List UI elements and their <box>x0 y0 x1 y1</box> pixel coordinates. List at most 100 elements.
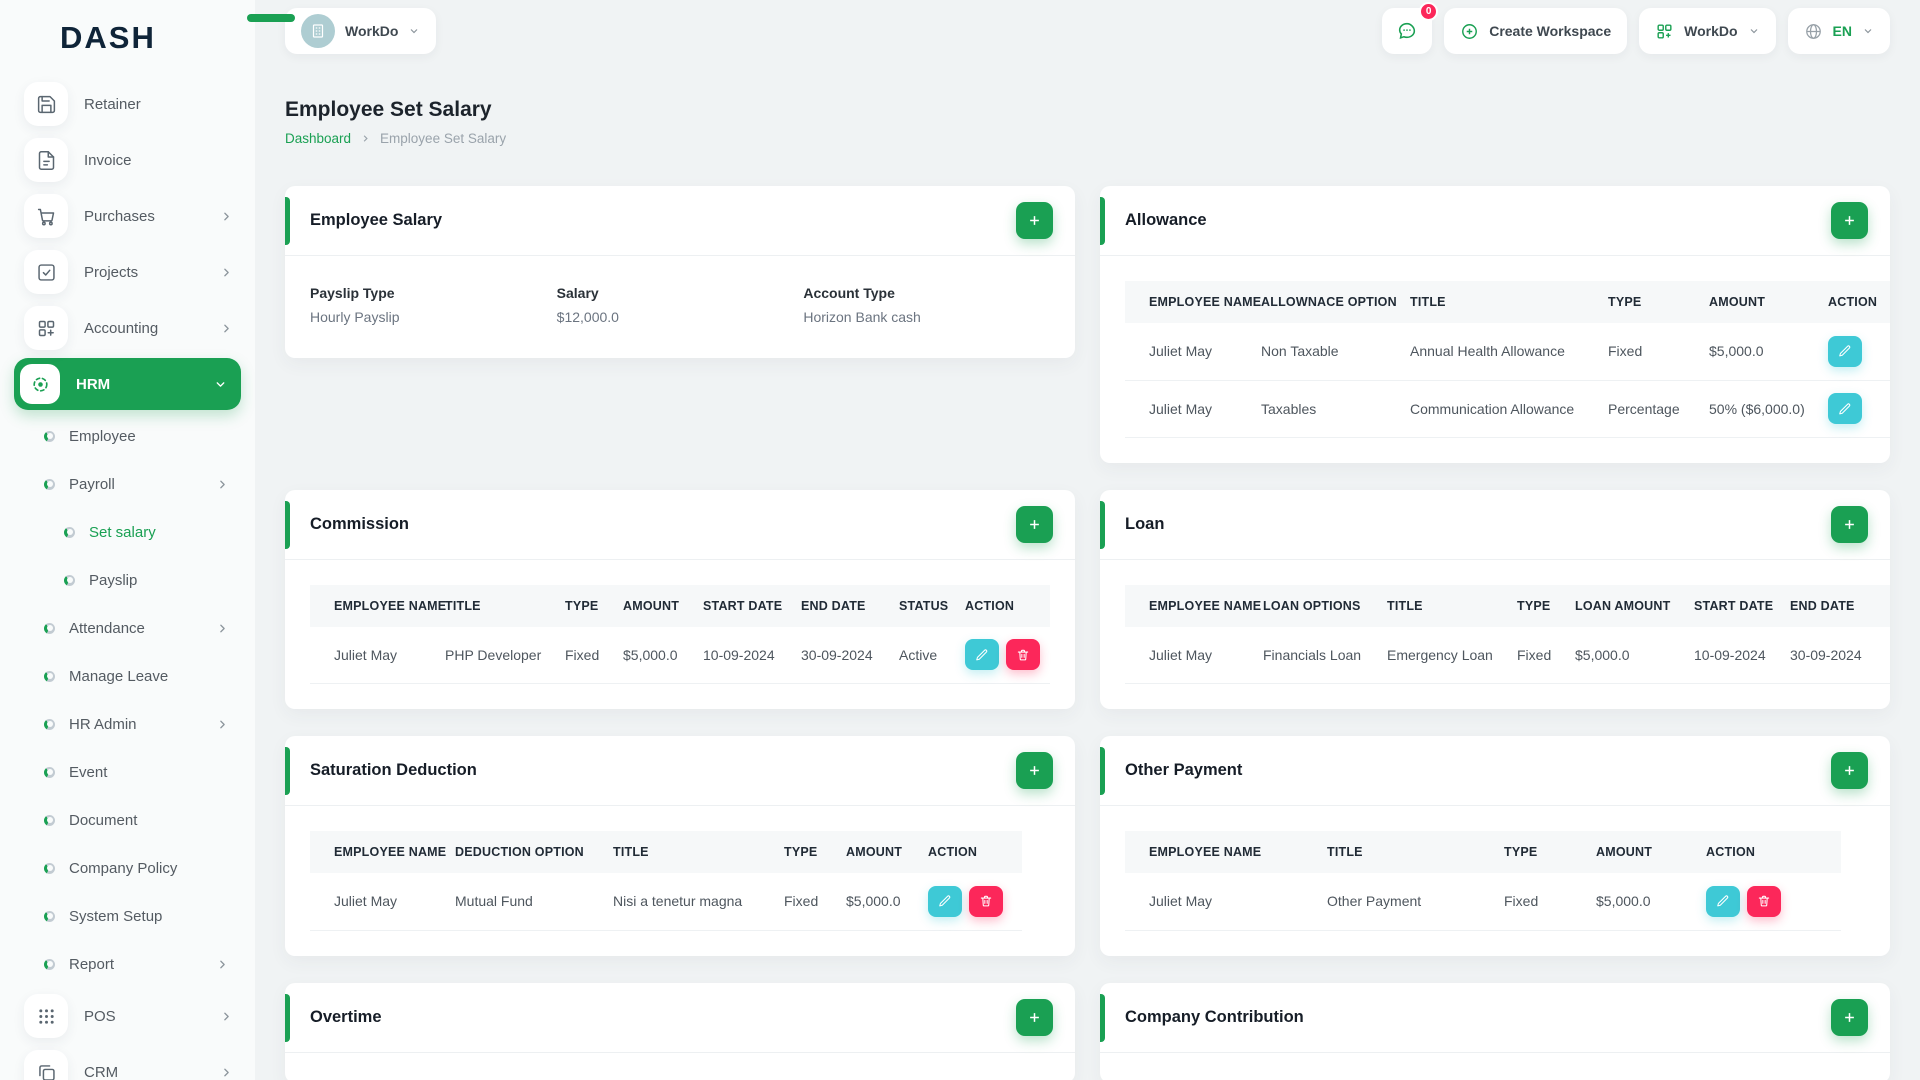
workspace-name: WorkDo <box>345 23 399 39</box>
column-header: EMPLOYEE NAME <box>1125 831 1317 873</box>
employee-salary-fields: Payslip Type Hourly Payslip Salary $12,0… <box>285 256 1075 358</box>
create-workspace-button[interactable]: Create Workspace <box>1444 8 1628 54</box>
column-header: DEDUCTION OPTION <box>445 831 603 873</box>
sidebar-item-pos[interactable]: POS <box>0 988 255 1044</box>
chevron-right-icon <box>216 958 229 971</box>
commission-card: Commission EMPLOYEE NAME TITLE TYPE AMOUNT S… <box>285 489 1075 709</box>
column-header: TYPE <box>774 831 836 873</box>
chevron-down-icon <box>1748 25 1760 37</box>
edit-button[interactable] <box>1706 885 1740 917</box>
field-label: Account Type <box>803 285 895 301</box>
bullet-icon <box>64 574 75 586</box>
column-header: AMOUNT <box>1699 281 1818 323</box>
add-saturation-deduction-button[interactable] <box>1016 752 1053 789</box>
topbar-actions: 0 Create Workspace WorkDo EN <box>1382 2 1890 54</box>
card-body <box>285 1053 1075 1080</box>
app-menu-button[interactable]: WorkDo <box>1639 8 1776 54</box>
table-header-row: EMPLOYEE NAME DEDUCTION OPTION TITLE TYPE AM… <box>310 831 1022 873</box>
card-title: Allowance <box>1125 211 1207 229</box>
card-title: Loan <box>1125 514 1165 533</box>
table-cell: Juliet May <box>310 626 435 684</box>
bullet-icon <box>44 862 55 874</box>
main-content: Employee Set Salary Dashboard Employee S… <box>255 62 1920 1080</box>
sidebar-item-payslip[interactable]: Payslip <box>0 556 255 604</box>
delete-button[interactable] <box>969 885 1003 917</box>
sidebar-item-company-policy[interactable]: Company Policy <box>0 844 255 892</box>
brand-logo[interactable]: DASH <box>0 0 295 76</box>
sidebar-item-accounting[interactable]: Accounting <box>0 300 255 356</box>
sidebar-item-hrm[interactable]: HRM <box>14 358 241 410</box>
sidebar-item-manage-leave[interactable]: Manage Leave <box>0 652 255 700</box>
sidebar-item-label: Attendance <box>69 619 145 637</box>
sidebar-item-set-salary[interactable]: Set salary <box>0 508 255 556</box>
sidebar-item-attendance[interactable]: Attendance <box>0 604 255 652</box>
card-body <box>1100 1053 1890 1080</box>
sidebar-item-crm[interactable]: CRM <box>0 1044 255 1080</box>
bullet-icon <box>44 766 55 778</box>
table-cell: Juliet May <box>1125 323 1251 381</box>
card-header: Company Contribution <box>1100 983 1890 1053</box>
delete-button[interactable] <box>1006 639 1040 671</box>
add-allowance-button[interactable] <box>1831 202 1868 239</box>
edit-button[interactable] <box>928 885 962 917</box>
table-cell: Juliet May <box>1125 873 1317 931</box>
table-cell: Non Taxable <box>1251 323 1400 381</box>
loan-table: EMPLOYEE NAME LOAN OPTIONS TITLE TYPE LOAN A… <box>1125 584 1890 684</box>
sidebar-item-hr-admin[interactable]: HR Admin <box>0 700 255 748</box>
sidebar-item-document[interactable]: Document <box>0 796 255 844</box>
bullet-icon <box>44 670 55 682</box>
commission-table: EMPLOYEE NAME TITLE TYPE AMOUNT START DATE EN… <box>310 584 1075 684</box>
language-label: EN <box>1832 23 1852 39</box>
sidebar-item-employee[interactable]: Employee <box>0 412 255 460</box>
check-square-icon <box>24 250 68 294</box>
sidebar-item-projects[interactable]: Projects <box>0 244 255 300</box>
workspace-switcher[interactable]: WorkDo <box>285 8 437 54</box>
pencil-icon <box>939 895 951 907</box>
sidebar-item-payroll[interactable]: Payroll <box>0 460 255 508</box>
accent-bar <box>285 500 290 549</box>
pencil-icon <box>1839 345 1851 357</box>
add-company-contribution-button[interactable] <box>1831 998 1868 1036</box>
add-other-payment-button[interactable] <box>1831 752 1868 789</box>
breadcrumb-dashboard-link[interactable]: Dashboard <box>285 131 351 146</box>
cards-grid: Employee Salary Payslip Type Hourly Pays… <box>285 186 1890 1080</box>
column-header: ALLOWNACE OPTION <box>1251 281 1400 323</box>
messenger-button[interactable]: 0 <box>1382 2 1439 54</box>
sidebar-item-purchases[interactable]: Purchases <box>0 188 255 244</box>
sidebar-item-label: System Setup <box>69 907 163 925</box>
trash-icon <box>1017 649 1029 661</box>
bullet-icon <box>44 622 55 634</box>
plus-icon <box>1030 1012 1039 1022</box>
edit-button[interactable] <box>965 639 999 671</box>
column-header: LOAN AMOUNT <box>1565 584 1684 627</box>
delete-button[interactable] <box>1747 885 1781 917</box>
add-employee-salary-button[interactable] <box>1016 202 1053 239</box>
add-overtime-button[interactable] <box>1016 998 1053 1036</box>
field-value: $12,000.0 <box>556 309 619 325</box>
add-commission-button[interactable] <box>1016 505 1053 543</box>
overtime-card: Overtime <box>285 982 1075 1080</box>
sidebar-item-label: CRM <box>84 1063 119 1080</box>
accent-bar <box>1100 993 1105 1042</box>
chevron-right-icon <box>216 478 229 491</box>
language-selector[interactable]: EN <box>1787 8 1890 54</box>
company-contribution-card: Company Contribution <box>1100 982 1890 1080</box>
edit-button[interactable] <box>1828 393 1862 424</box>
add-loan-button[interactable] <box>1831 505 1868 543</box>
sidebar-item-retainer[interactable]: Retainer <box>0 76 255 132</box>
sidebar-item-invoice[interactable]: Invoice <box>0 132 255 188</box>
table-cell: Juliet May <box>1125 626 1253 684</box>
table-row: Juliet May Financials Loan Emergency Loan F… <box>1125 626 1890 684</box>
table-cell: Fixed <box>1598 323 1699 381</box>
column-header: TYPE <box>1598 281 1699 323</box>
edit-button[interactable] <box>1828 335 1862 367</box>
table-header-row: EMPLOYEE NAME TITLE TYPE AMOUNT START DATE EN… <box>310 584 1050 627</box>
sidebar-item-event[interactable]: Event <box>0 748 255 796</box>
sidebar-item-system-setup[interactable]: System Setup <box>0 892 255 940</box>
chevron-right-icon <box>216 718 229 731</box>
column-header: LOAN OPTIONS <box>1253 584 1377 627</box>
page-title: Employee Set Salary <box>285 98 492 121</box>
column-header: END DATE <box>791 584 889 627</box>
sidebar-item-report[interactable]: Report <box>0 940 255 988</box>
logo-dash-icon <box>247 14 295 22</box>
